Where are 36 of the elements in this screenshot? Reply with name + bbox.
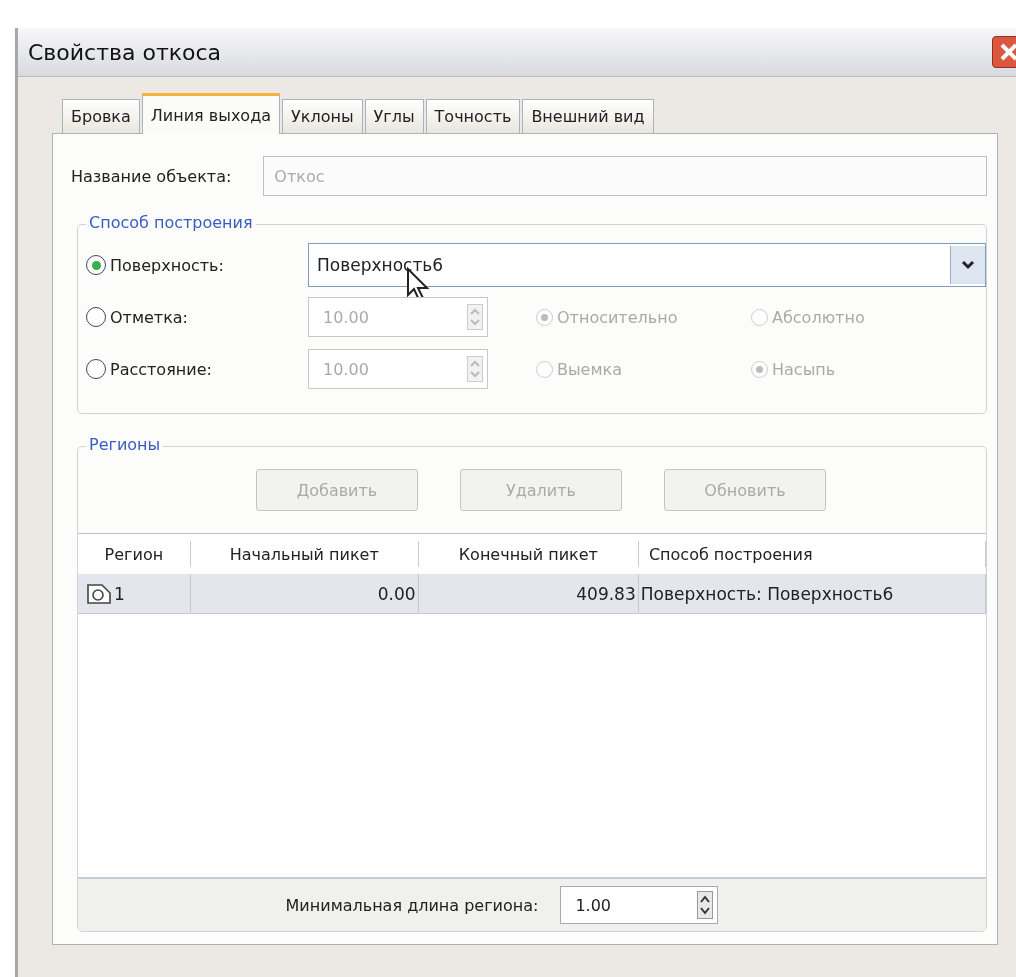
column-header[interactable]: Конечный пикет <box>418 541 639 567</box>
object-name-label: Название объекта: <box>71 166 232 186</box>
tab[interactable]: Точность <box>425 99 521 133</box>
table-cell: Поверхность: Поверхность6 <box>640 583 894 604</box>
spinner-arrows-icon <box>467 356 483 382</box>
option-label: Отметка: <box>110 307 188 327</box>
option-label: Выемка <box>557 359 622 379</box>
min-length-field[interactable]: 1.00 <box>560 886 719 924</box>
table-cell: 409.83 <box>576 583 636 604</box>
column-header[interactable]: Способ построения <box>638 541 986 567</box>
option-label: Относительно <box>557 307 678 327</box>
tab[interactable]: Внешний вид <box>522 99 654 133</box>
option-label: Насыпь <box>772 359 836 379</box>
radio-button[interactable] <box>86 255 106 275</box>
tab[interactable]: Бровка <box>62 99 140 133</box>
option-label: Расстояние: <box>110 359 212 379</box>
region-icon <box>86 582 112 605</box>
table-cell: 1 <box>114 583 125 604</box>
table-cell: 0.00 <box>377 583 416 604</box>
group-legend: Способ построения <box>86 213 256 232</box>
min-length-label: Минимальная длина региона: <box>285 895 539 915</box>
option-label: Абсолютно <box>772 307 865 327</box>
option-label: Поверхность: <box>110 255 224 275</box>
column-header[interactable]: Начальный пикет <box>190 541 419 567</box>
chevron-down-icon <box>961 260 975 270</box>
window-title: Свойства откоса <box>27 39 222 65</box>
close-button[interactable] <box>992 36 1016 68</box>
spinner-arrows-icon <box>697 891 714 919</box>
surface-dropdown[interactable]: Поверхность6 <box>308 243 986 287</box>
column-header[interactable]: Регион <box>78 541 191 567</box>
tab[interactable]: Линия выхода <box>141 93 280 134</box>
close-icon <box>998 41 1016 63</box>
tab[interactable]: Уклоны <box>282 99 363 133</box>
spinner-arrows-icon <box>467 304 483 330</box>
tab[interactable]: Углы <box>364 99 424 133</box>
table-row[interactable]: 1 0.00 409.83 Поверхность: Поверхность6 <box>78 574 986 614</box>
